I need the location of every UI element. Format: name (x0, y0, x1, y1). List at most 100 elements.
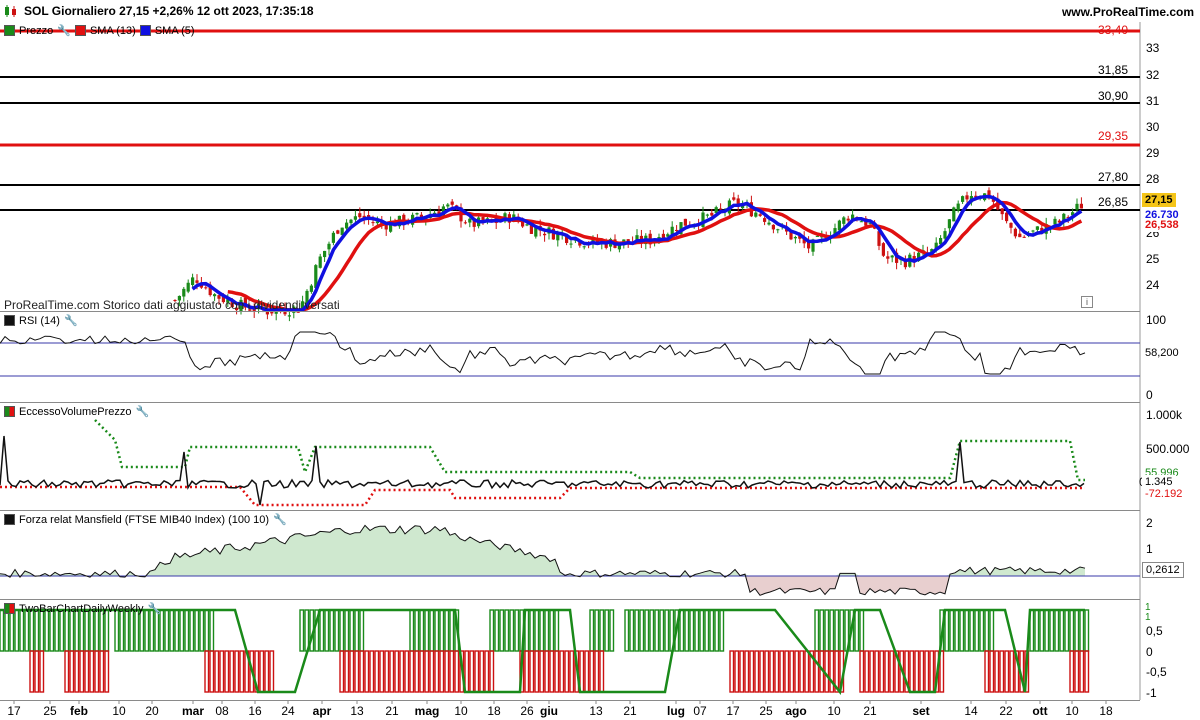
twobar-up-bar (84, 609, 90, 652)
wrench-icon[interactable]: 🔧 (136, 405, 150, 418)
twobar-up-bar (979, 609, 985, 652)
pane-divider[interactable] (0, 599, 1140, 600)
wrench-icon[interactable]: 🔧 (64, 314, 78, 327)
twobar-up-bar (204, 609, 210, 652)
candle-body (186, 282, 190, 292)
twobar-down-bar (749, 650, 755, 693)
price-levels (0, 29, 1140, 211)
candle-body (318, 256, 322, 268)
twobar-down-bar (479, 650, 485, 693)
twobar-up-bar (694, 609, 700, 652)
twobar-down-bar (439, 650, 445, 693)
candle-body (837, 220, 841, 231)
candle-body (793, 237, 797, 239)
candle-body (754, 212, 758, 217)
twobar-down-bar (579, 650, 585, 693)
twobar-down-bar (744, 650, 750, 693)
twobar-up-bar (334, 609, 340, 652)
twobar-up-bar (199, 609, 205, 652)
x-tick-label: 08 (215, 704, 229, 718)
candle-body (287, 315, 291, 317)
twobar-down-bar (34, 650, 40, 693)
legend-price[interactable]: Prezzo (19, 25, 53, 37)
legend-sma13[interactable]: SMA (13) (90, 25, 136, 37)
x-tick-label: 10 (454, 704, 468, 718)
twobar-up-bar (649, 609, 655, 652)
wrench-icon[interactable]: 🔧 (57, 24, 71, 37)
candle-body (965, 195, 969, 200)
candle-body (1013, 228, 1017, 237)
y-tick: 31 (1146, 94, 1160, 108)
twobar-up-bar (594, 609, 600, 652)
twobar-up-bar (509, 609, 515, 652)
mansfield-swatch (4, 514, 15, 525)
twobar-down-bar (889, 650, 895, 693)
x-tick-label: 21 (385, 704, 399, 718)
twobar-up-bar (834, 609, 840, 652)
twobar-up-bar (74, 609, 80, 652)
chart-canvas[interactable] (0, 0, 1200, 720)
twobar-up-bar (604, 609, 610, 652)
candle-body (943, 231, 947, 239)
wrench-icon[interactable]: 🔧 (148, 602, 162, 615)
twobar-up-bar (154, 609, 160, 652)
candle-body (710, 212, 714, 216)
twobar-up-bar (829, 609, 835, 652)
twobar-up-bar (344, 609, 350, 652)
mansfield-label[interactable]: Forza relat Mansfield (FTSE MIB40 Index)… (19, 514, 269, 526)
twobar-up-bar (679, 609, 685, 652)
twobar-up-bar (0, 609, 5, 652)
twobar-down-bar (84, 650, 90, 693)
rsi-label[interactable]: RSI (14) (19, 315, 60, 327)
candle-body (758, 214, 762, 216)
twobar-label[interactable]: TwoBarChartDailyWeekly (19, 603, 144, 615)
candle-body (446, 204, 450, 207)
twobar-up-bar (54, 609, 60, 652)
candle-body (323, 250, 327, 258)
candle-body (842, 217, 846, 224)
twobar-up-bar (419, 609, 425, 652)
legend-sma5[interactable]: SMA (5) (155, 25, 195, 37)
twobar-up-bar (824, 609, 830, 652)
twobar-down-bar (914, 650, 920, 693)
twobar-up-bar (689, 609, 695, 652)
twobar-up-bar (119, 609, 125, 652)
twobar-down-bar (214, 650, 220, 693)
twobar-down-bar (89, 650, 95, 693)
twobar-up-bar (504, 609, 510, 652)
twobar-down-bar (739, 650, 745, 693)
twobar-up-bar (1054, 609, 1060, 652)
twobar-down-bar (999, 650, 1005, 693)
twobar-down-bar (444, 650, 450, 693)
wrench-icon[interactable]: 🔧 (273, 513, 287, 526)
candle-body (1079, 203, 1083, 209)
pane-divider[interactable] (0, 402, 1140, 403)
twobar-up-bar (9, 609, 15, 652)
twobar-up-bar (144, 609, 150, 652)
pane-divider[interactable] (0, 510, 1140, 511)
twobar-down-bar (569, 650, 575, 693)
candle-body (384, 225, 388, 230)
twobar-up-bar (114, 609, 120, 652)
twobar-down-bar (864, 650, 870, 693)
twobar-up-bar (324, 609, 330, 652)
twobar-up-bar (424, 609, 430, 652)
twobar-down-bar (419, 650, 425, 693)
last-price-badge: 27,15 (1142, 193, 1176, 207)
twobar-down-bar (774, 650, 780, 693)
twobar-up-bar (149, 609, 155, 652)
x-tick-label: mag (414, 704, 440, 718)
twobar-down-bar (359, 650, 365, 693)
volume-label[interactable]: EccessoVolumePrezzo (19, 406, 132, 418)
info-icon[interactable]: i (1081, 296, 1093, 308)
twobar-down-bar (344, 650, 350, 693)
twobar-up-bar (104, 609, 110, 652)
chart-window: SOL Giornaliero 27,15 +2,26% 12 ott 2023… (0, 0, 1200, 720)
twobar-up-bar (1064, 609, 1070, 652)
twobar-down-bar (554, 650, 560, 693)
twobar-down-bar (544, 650, 550, 693)
twobar-up-bar (1084, 609, 1090, 652)
candle-body (961, 196, 965, 202)
mansfield-positive-area (0, 525, 1085, 576)
twobar-down-bar (814, 650, 820, 693)
